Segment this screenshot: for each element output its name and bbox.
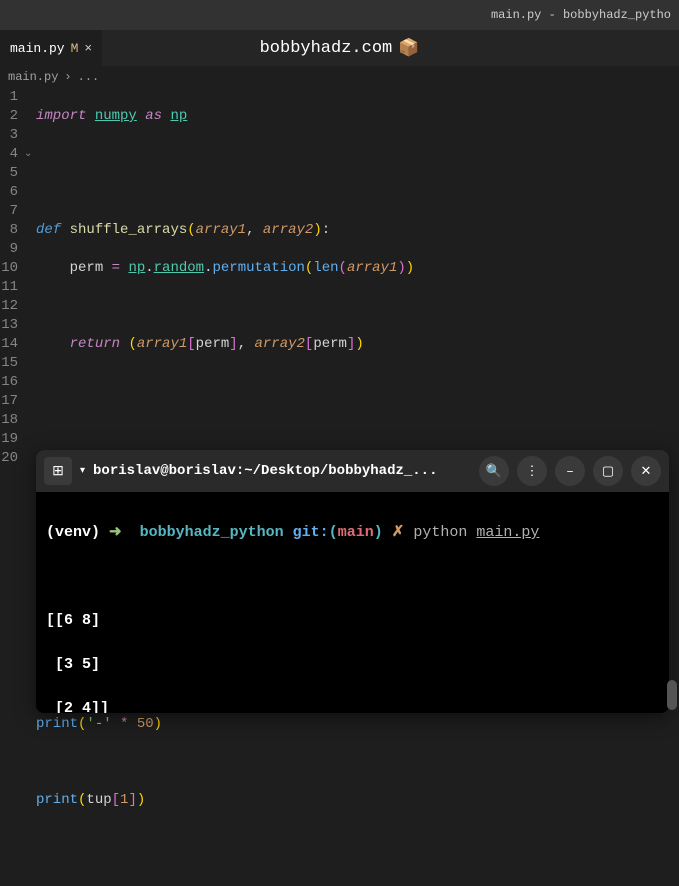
breadcrumb[interactable]: main.py › ... <box>0 66 679 88</box>
line-number: 13 <box>0 316 18 335</box>
line-gutter: 1 2 3 4 5 6 7 8 9 10 11 12 13 14 15 16 1… <box>0 88 24 886</box>
terminal-output: [3 5] <box>46 654 659 676</box>
code-line <box>36 829 679 848</box>
line-number: 11 <box>0 278 18 297</box>
line-number: 1 <box>0 88 18 107</box>
box-icon: 📦 <box>398 38 419 59</box>
window-title: main.py - bobbyhadz_pytho <box>491 8 671 22</box>
line-number: 8 <box>0 221 18 240</box>
line-number: 14 <box>0 335 18 354</box>
close-icon: ✕ <box>641 464 652 479</box>
terminal-header: ⊞ ▾ borislav@borislav:~/Desktop/bobbyhad… <box>36 450 669 492</box>
terminal-output: [2 4]] <box>46 698 659 713</box>
dropdown-icon[interactable]: ▾ <box>80 465 85 477</box>
terminal-output: [[6 8] <box>46 610 659 632</box>
code-line <box>36 297 679 316</box>
line-number: 16 <box>0 373 18 392</box>
code-line: def shuffle_arrays(array1, array2): <box>36 221 679 240</box>
line-number: 15 <box>0 354 18 373</box>
fold-column: ⌄ <box>24 88 36 886</box>
code-line: print('-' * 50) <box>36 715 679 734</box>
line-number: 17 <box>0 392 18 411</box>
menu-button[interactable]: ⋮ <box>517 456 547 486</box>
maximize-button[interactable]: ▢ <box>593 456 623 486</box>
terminal-title: borislav@borislav:~/Desktop/bobbyhadz_..… <box>93 463 471 479</box>
watermark-text: bobbyhadz.com <box>260 39 393 58</box>
chevron-right-icon: › <box>64 70 71 84</box>
tab-main-py[interactable]: main.py M × <box>0 30 103 66</box>
terminal-line: (venv) ➜ bobbyhadz_python git:(main) ✗ p… <box>46 522 659 544</box>
line-number: 18 <box>0 411 18 430</box>
code-line: return (array1[perm], array2[perm]) <box>36 335 679 354</box>
code-line <box>36 411 679 430</box>
close-icon[interactable]: × <box>84 41 92 56</box>
code-line <box>36 373 679 392</box>
line-number: 2 <box>0 107 18 126</box>
minimize-button[interactable]: – <box>555 456 585 486</box>
terminal-window: ⊞ ▾ borislav@borislav:~/Desktop/bobbyhad… <box>36 450 669 713</box>
line-number: 19 <box>0 430 18 449</box>
code-line: import numpy as np <box>36 107 679 126</box>
search-button[interactable]: 🔍 <box>479 456 509 486</box>
line-number: 20 <box>0 449 18 468</box>
line-number: 6 <box>0 183 18 202</box>
line-number: 9 <box>0 240 18 259</box>
tab-filename: main.py <box>10 41 65 56</box>
code-line <box>36 145 679 164</box>
minimize-icon: – <box>566 464 574 479</box>
code-line: perm = np.random.permutation(len(array1)… <box>36 259 679 278</box>
maximize-icon: ▢ <box>602 464 614 479</box>
line-number: 12 <box>0 297 18 316</box>
line-number: 4 <box>0 145 18 164</box>
watermark-brand: bobbyhadz.com 📦 <box>260 38 420 59</box>
new-tab-button[interactable]: ⊞ <box>44 457 72 485</box>
code-line: print(tup[1]) <box>36 791 679 810</box>
terminal-body[interactable]: (venv) ➜ bobbyhadz_python git:(main) ✗ p… <box>36 492 669 713</box>
line-number: 7 <box>0 202 18 221</box>
breadcrumb-file: main.py <box>8 70 58 84</box>
menu-icon: ⋮ <box>526 464 539 479</box>
terminal-line <box>46 566 659 588</box>
code-line <box>36 183 679 202</box>
plus-icon: ⊞ <box>52 463 64 480</box>
window-titlebar: main.py - bobbyhadz_pytho <box>0 0 679 30</box>
line-number: 5 <box>0 164 18 183</box>
chevron-down-icon[interactable]: ⌄ <box>24 145 32 164</box>
line-number: 3 <box>0 126 18 145</box>
breadcrumb-more: ... <box>78 70 100 84</box>
tab-modified-indicator: M <box>71 41 79 56</box>
scrollbar-thumb[interactable] <box>667 680 677 710</box>
code-line <box>36 753 679 772</box>
close-button[interactable]: ✕ <box>631 456 661 486</box>
editor-tabbar: main.py M × bobbyhadz.com 📦 <box>0 30 679 66</box>
search-icon: 🔍 <box>486 464 502 479</box>
line-number: 10 <box>0 259 18 278</box>
